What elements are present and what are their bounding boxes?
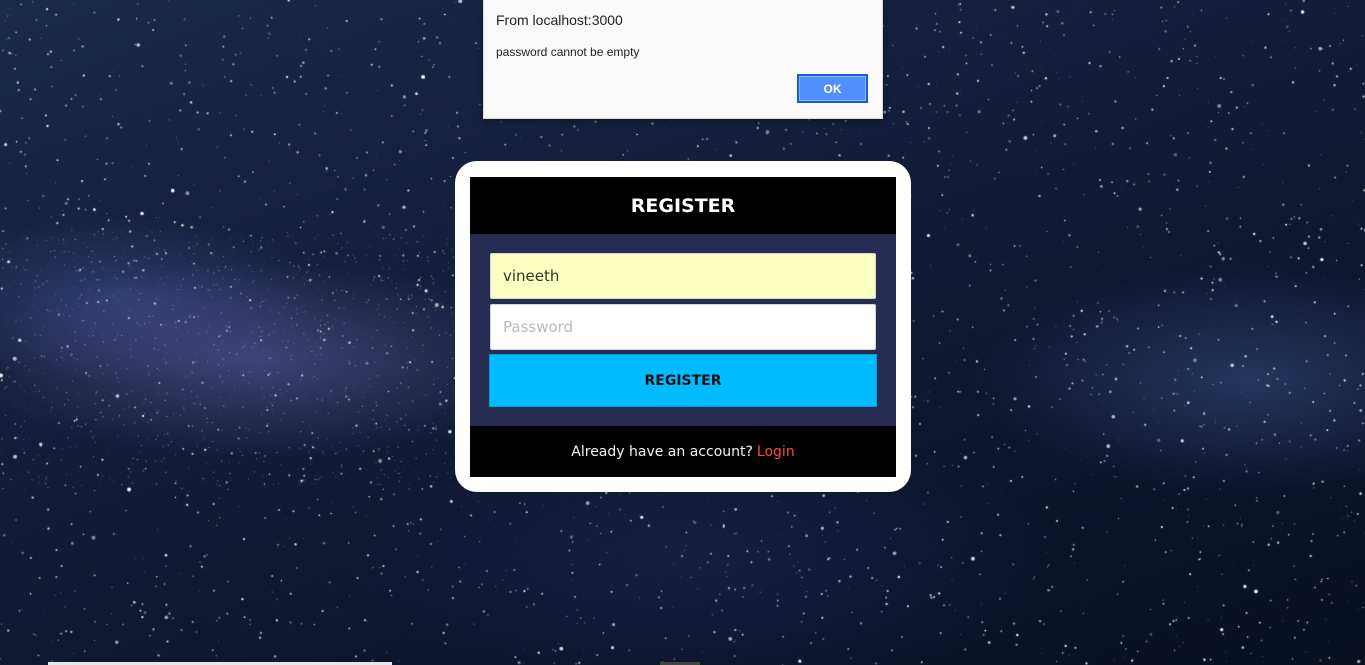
register-form: REGISTER [470, 234, 896, 426]
login-prompt-text: Already have an account? [571, 443, 753, 460]
alert-title: From localhost:3000 [496, 12, 623, 28]
alert-ok-button[interactable]: OK [797, 74, 868, 103]
register-card: REGISTER REGISTER Already have an accoun… [455, 161, 911, 492]
login-prompt: Already have an account? Login [470, 426, 896, 477]
starfield-background: From localhost:3000 password cannot be e… [0, 0, 1365, 665]
login-link[interactable]: Login [757, 444, 795, 460]
username-input[interactable] [490, 253, 876, 299]
alert-dialog: From localhost:3000 password cannot be e… [483, 0, 883, 119]
register-button[interactable]: REGISTER [489, 354, 877, 407]
alert-message: password cannot be empty [496, 45, 640, 59]
register-title: REGISTER [470, 177, 896, 234]
password-input[interactable] [490, 304, 876, 350]
